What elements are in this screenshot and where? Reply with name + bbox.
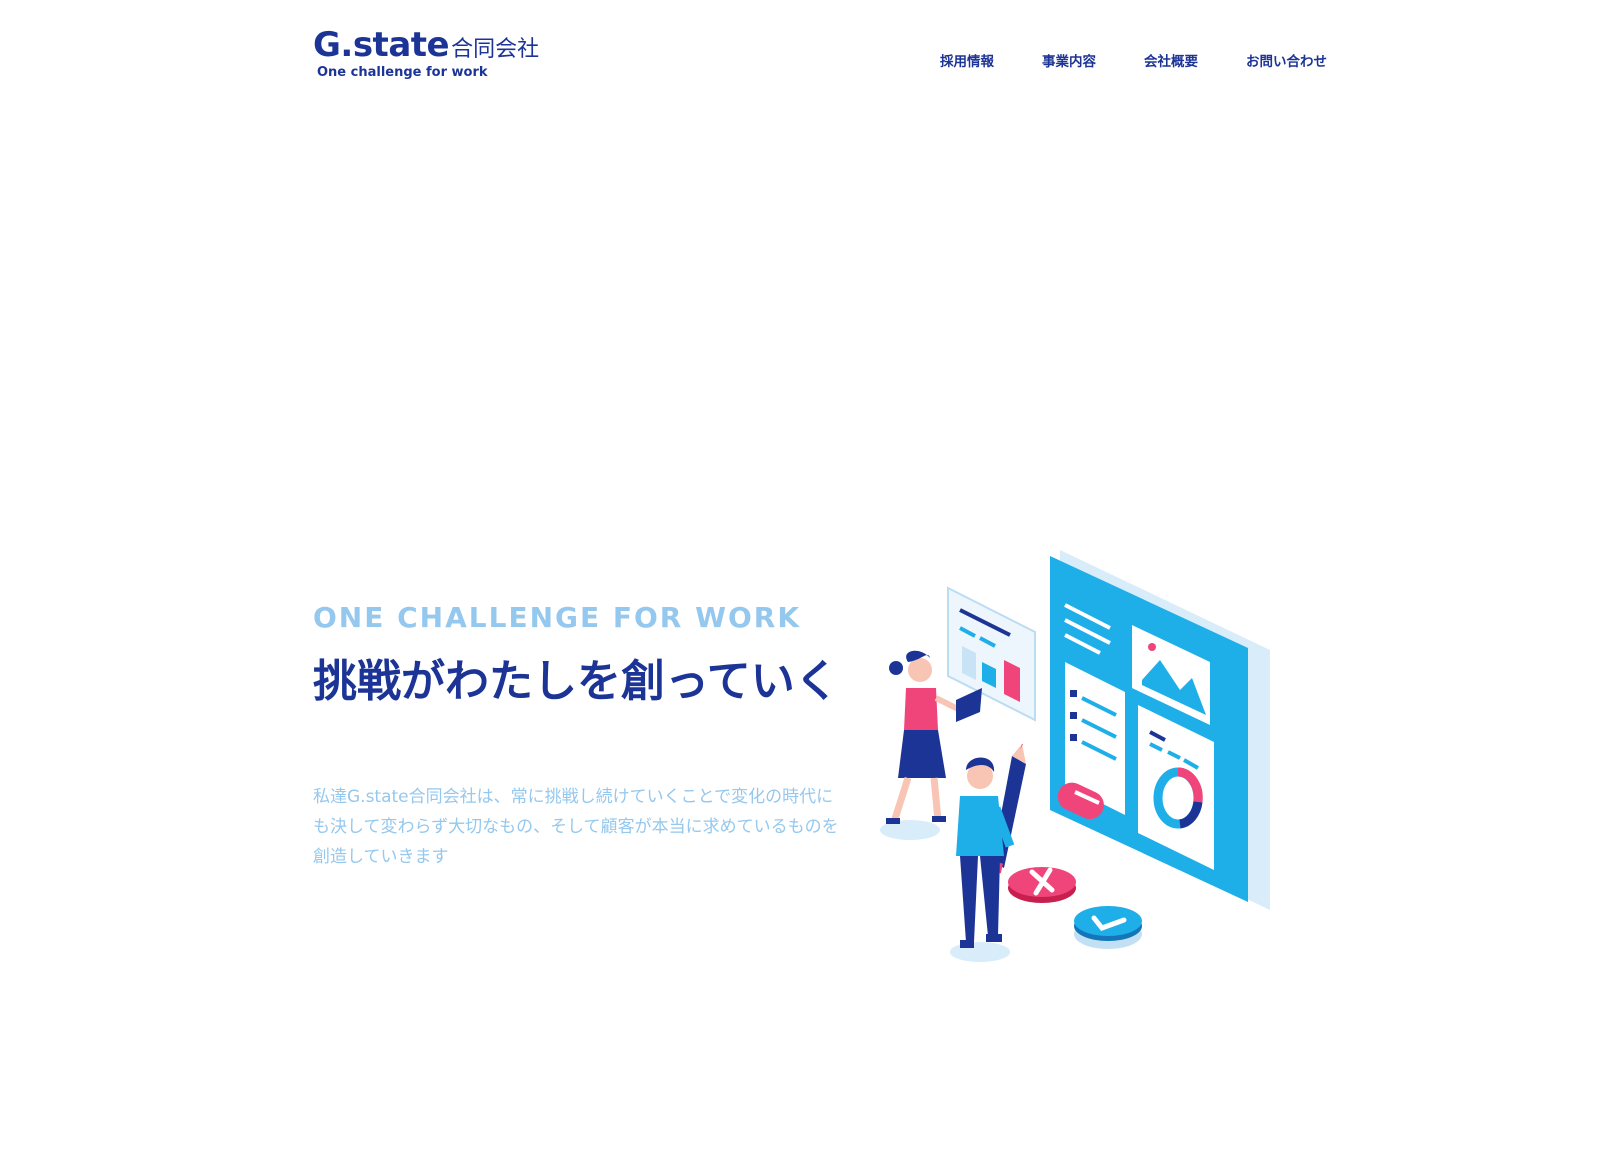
nav-company[interactable]: 会社概要 xyxy=(1144,50,1198,70)
hero-subtitle: ONE CHALLENGE FOR WORK xyxy=(313,601,802,634)
main-nav: 採用情報 事業内容 会社概要 お問い合わせ xyxy=(892,50,1327,70)
logo-wordmark: G.state 合同会社 xyxy=(313,28,553,62)
nav-recruit[interactable]: 採用情報 xyxy=(940,50,994,70)
logo-company: 合同会社 xyxy=(451,37,540,62)
hero-title: 挑戦がわたしを創っていく xyxy=(313,656,839,707)
hero-illustration xyxy=(880,550,1270,962)
nav-business[interactable]: 事業内容 xyxy=(1042,50,1096,70)
nav-contact[interactable]: お問い合わせ xyxy=(1246,50,1327,70)
logo-tagline: One challenge for work xyxy=(317,65,488,80)
hero-description: 私達G.state合同会社は、常に挑戦し続けていくことで変化の時代にも決して変わ… xyxy=(313,787,839,867)
logo-brand: G.state xyxy=(313,25,450,65)
page: G.state 合同会社 One challenge for work 採用情報… xyxy=(0,0,1612,1166)
site-logo[interactable]: G.state 合同会社 One challenge for work xyxy=(313,28,553,88)
